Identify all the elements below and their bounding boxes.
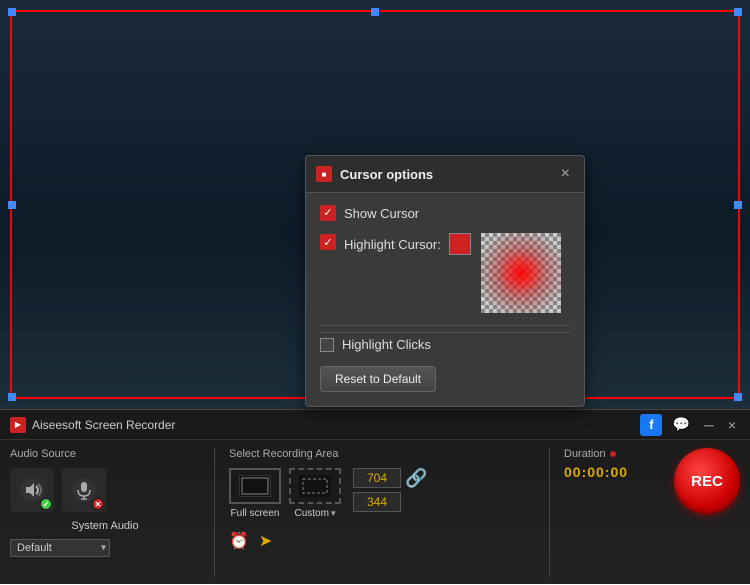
- reset-to-default-button[interactable]: Reset to Default: [320, 366, 436, 392]
- height-input[interactable]: [353, 492, 401, 512]
- show-cursor-row: ✓ Show Cursor: [320, 205, 570, 221]
- microphone-button[interactable]: ✕: [62, 468, 106, 512]
- minimize-button[interactable]: ─: [700, 415, 718, 435]
- close-button[interactable]: ×: [724, 415, 740, 435]
- color-swatch[interactable]: [449, 233, 471, 255]
- rec-button[interactable]: REC: [674, 448, 740, 514]
- dialog-title: Cursor options: [340, 167, 557, 182]
- duration-label-row: Duration: [564, 448, 616, 460]
- show-cursor-label: Show Cursor: [344, 206, 419, 221]
- show-cursor-checkbox[interactable]: ✓: [320, 205, 336, 221]
- dimension-link-icon[interactable]: 🔗: [405, 468, 427, 489]
- dialog-body: ✓ Show Cursor ✓ Highlight Cursor:: [306, 193, 584, 406]
- system-audio-button[interactable]: ✓: [10, 468, 54, 512]
- audio-source-select[interactable]: Default: [10, 539, 110, 557]
- app-icon: ▶: [10, 417, 26, 433]
- height-row: [353, 492, 401, 512]
- dialog-header: ■ Cursor options ×: [306, 156, 584, 193]
- toolbar-main: Audio Source ✓: [0, 440, 750, 585]
- highlight-label-area: Highlight Cursor:: [344, 233, 471, 255]
- audio-section: Audio Source ✓: [10, 448, 200, 557]
- system-audio-text: System Audio: [10, 520, 200, 532]
- duration-value: 00:00:00: [564, 464, 628, 480]
- custom-dropdown-arrow[interactable]: ▾: [331, 508, 336, 519]
- glow-overlay: [481, 233, 561, 313]
- dialog-close-button[interactable]: ×: [557, 164, 574, 184]
- handle-top-right[interactable]: [734, 8, 742, 16]
- highlight-cursor-checkbox[interactable]: ✓: [320, 234, 336, 250]
- handle-bot-left[interactable]: [8, 393, 16, 401]
- duration-recording-dot: [610, 451, 616, 457]
- recording-area-controls: Full screen Custom ▾: [229, 468, 535, 519]
- app-title-area: ▶ Aiseesoft Screen Recorder: [10, 417, 175, 433]
- audio-source-label: Audio Source: [10, 448, 200, 460]
- custom-area-icon: [299, 475, 331, 497]
- highlight-clicks-label: Highlight Clicks: [342, 337, 431, 352]
- handle-top-left[interactable]: [8, 8, 16, 16]
- duration-label: Duration: [564, 448, 606, 460]
- duration-section: Duration 00:00:00: [564, 448, 654, 480]
- cursor-icon[interactable]: ➤: [259, 531, 272, 551]
- handle-top-mid[interactable]: [371, 8, 379, 16]
- custom-area-label: Custom: [295, 508, 329, 519]
- width-row: [353, 468, 401, 488]
- toolbar: ▶ Aiseesoft Screen Recorder f 💬 ─ × Audi…: [0, 409, 750, 584]
- recording-area-section: Select Recording Area Full screen: [229, 448, 535, 551]
- toolbar-top-bar: ▶ Aiseesoft Screen Recorder f 💬 ─ ×: [0, 410, 750, 440]
- fullscreen-option[interactable]: Full screen: [229, 468, 281, 519]
- handle-bot-right[interactable]: [734, 393, 742, 401]
- rec-area-divider: [549, 448, 550, 577]
- toolbar-window-controls: f 💬 ─ ×: [640, 414, 740, 436]
- checkmark-icon: ✓: [323, 208, 332, 219]
- audio-dropdown-area: Default: [10, 538, 200, 557]
- mic-status: ✕: [92, 498, 104, 510]
- audio-select-wrap: Default: [10, 538, 110, 557]
- audio-divider: [214, 448, 215, 577]
- app-title: Aiseesoft Screen Recorder: [32, 418, 175, 432]
- alarm-icon[interactable]: ⏰: [229, 531, 249, 551]
- highlight-cursor-right: Highlight Cursor:: [344, 233, 561, 313]
- fullscreen-label: Full screen: [231, 508, 280, 519]
- fullscreen-thumb: [229, 468, 281, 504]
- divider: [320, 325, 570, 326]
- highlight-cursor-row: ✓ Highlight Cursor:: [320, 233, 570, 313]
- dialog-title-icon: ■: [316, 166, 332, 182]
- cursor-options-dialog: ■ Cursor options × ✓ Show Cursor ✓ Highl…: [305, 155, 585, 407]
- select-recording-area-label: Select Recording Area: [229, 448, 535, 460]
- dimensions-area: [353, 468, 401, 512]
- facebook-icon[interactable]: f: [640, 414, 662, 436]
- checkmark-icon: ✓: [323, 236, 332, 249]
- handle-mid-left[interactable]: [8, 201, 16, 209]
- highlight-cursor-label: Highlight Cursor:: [344, 237, 441, 252]
- system-audio-status: ✓: [40, 498, 52, 510]
- bottom-icons-row: ⏰ ➤: [229, 531, 535, 551]
- highlight-preview[interactable]: [481, 233, 561, 313]
- custom-area-thumb[interactable]: [289, 468, 341, 504]
- audio-icons-row: ✓ ✕: [10, 468, 200, 512]
- highlight-clicks-checkbox[interactable]: [320, 338, 334, 352]
- width-input[interactable]: [353, 468, 401, 488]
- custom-area-option: Custom ▾: [289, 468, 341, 519]
- feedback-icon[interactable]: 💬: [668, 414, 693, 435]
- fullscreen-icon: [239, 475, 271, 497]
- link-icon-wrap: 🔗: [405, 468, 427, 489]
- handle-mid-right[interactable]: [734, 201, 742, 209]
- highlight-clicks-row: Highlight Clicks: [320, 332, 570, 352]
